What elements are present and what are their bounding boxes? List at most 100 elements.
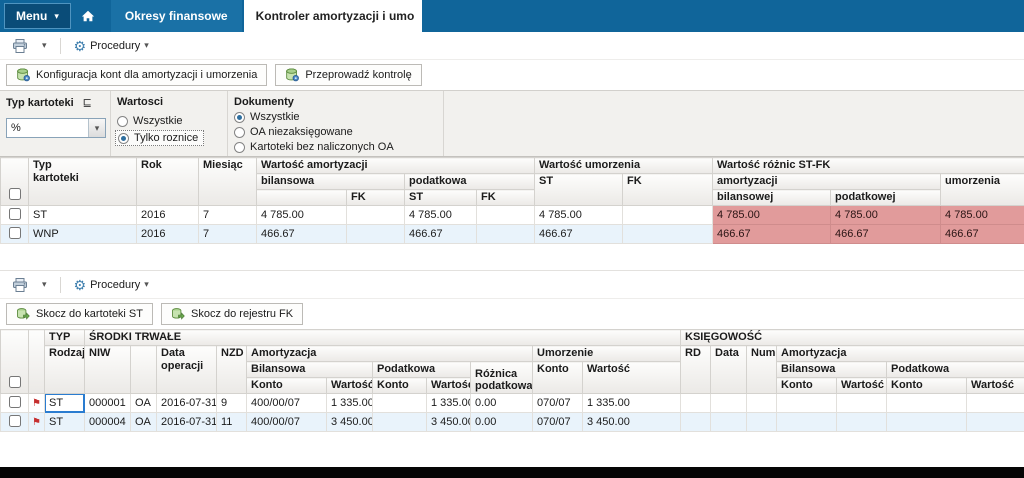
cell-ksieg-data[interactable] <box>711 394 747 413</box>
cell-am-bil-wartosc[interactable]: 1 335.00 <box>327 394 373 413</box>
col-header-niw[interactable]: NIW <box>85 346 131 394</box>
table-row[interactable]: ⚑ ST 000004 OA 2016-07-31 11 400/00/07 3… <box>1 413 1024 432</box>
run-control-button[interactable]: Przeprowadź kontrolę <box>275 64 421 86</box>
col-header-umorzenie-fk[interactable]: FK <box>623 174 713 206</box>
col-header-konto[interactable]: Konto <box>373 378 427 394</box>
col-header-konto[interactable]: Konto <box>247 378 327 394</box>
cell-ksieg-rd[interactable] <box>681 413 711 432</box>
col-header-rodzaj[interactable]: Rodzaj <box>45 346 85 394</box>
radio-wartosci-wszystkie[interactable]: Wszystkie <box>117 115 183 127</box>
cell-amort-bilansowa-fk[interactable] <box>347 206 405 225</box>
cell-roznica-bilansowej[interactable]: 4 785.00 <box>713 206 831 225</box>
cell-nzd[interactable]: 11 <box>217 413 247 432</box>
cell-amort-podatkowa-st[interactable]: 466.67 <box>405 225 477 244</box>
cell-ksieg-rd[interactable] <box>681 394 711 413</box>
col-header-wartosc[interactable]: Wartość <box>967 378 1024 394</box>
cell-ksieg-am-pod-konto[interactable] <box>887 394 967 413</box>
cell-am-pod-wartosc[interactable]: 1 335.00 <box>427 394 471 413</box>
cell-ksieg-numer[interactable] <box>747 394 777 413</box>
col-header-umorzenie-konto[interactable]: Konto <box>533 362 583 394</box>
row-select-cell[interactable] <box>1 225 29 244</box>
col-header-typ-kartoteki[interactable]: Typ kartoteki <box>29 158 137 206</box>
table-row[interactable]: ST 2016 7 4 785.00 4 785.00 4 785.00 4 7… <box>1 206 1024 225</box>
col-header-roznica-umorzenia[interactable]: umorzenia <box>941 174 1024 206</box>
cell-roznica-podatkowa[interactable]: 0.00 <box>471 394 533 413</box>
typ-kartoteki-combobox[interactable]: % ▾ <box>6 118 106 138</box>
cell-ksieg-am-pod-wartosc[interactable] <box>967 394 1024 413</box>
col-header-ksieg-data[interactable]: Data <box>711 346 747 394</box>
combo-dropdown-button[interactable]: ▾ <box>88 119 105 137</box>
tab-okresy-finansowe[interactable]: Okresy finansowe <box>111 0 242 32</box>
procedures-dropdown-button[interactable]: ⚙ Procedury ▾ <box>68 35 155 57</box>
cell-amort-podatkowa-st[interactable]: 4 785.00 <box>405 206 477 225</box>
filter-operator-icon[interactable]: ⊑ <box>83 96 92 109</box>
col-header-nzd[interactable]: NZD <box>217 346 247 394</box>
col-header-wartosc[interactable]: Wartość <box>837 378 887 394</box>
cell-amort-podatkowa-fk[interactable] <box>477 206 535 225</box>
cell-roznica-bilansowej[interactable]: 466.67 <box>713 225 831 244</box>
procedures-dropdown-button[interactable]: ⚙ Procedury ▾ <box>68 274 155 296</box>
row-checkbox[interactable] <box>9 396 21 408</box>
table-row[interactable]: WNP 2016 7 466.67 466.67 466.67 466.67 4… <box>1 225 1024 244</box>
tab-kontroler-amortyzacji[interactable]: Kontroler amortyzacji i umo <box>244 0 422 32</box>
cell-amort-podatkowa-fk[interactable] <box>477 225 535 244</box>
cell-roznica-umorzenia[interactable]: 4 785.00 <box>941 206 1024 225</box>
col-header-ksieg-rd[interactable]: RD <box>681 346 711 394</box>
col-header-podatkowa-fk[interactable]: FK <box>477 190 535 206</box>
menu-button[interactable]: Menu ▾ <box>4 3 71 29</box>
cell-am-pod-konto[interactable] <box>373 413 427 432</box>
row-checkbox[interactable] <box>9 208 21 220</box>
cell-amort-bilansowa[interactable]: 466.67 <box>257 225 347 244</box>
col-header-wartosc[interactable]: Wartość <box>327 378 373 394</box>
col-header-rok[interactable]: Rok <box>137 158 199 206</box>
cell-umorzenie-fk[interactable] <box>623 225 713 244</box>
cell-niw[interactable]: 000004 <box>85 413 131 432</box>
cell-miesiac[interactable]: 7 <box>199 206 257 225</box>
radio-wartosci-tylko-roznice[interactable]: Tylko roznice <box>115 130 204 146</box>
col-header-data-operacji[interactable]: Data operacji <box>157 346 217 394</box>
cell-miesiac[interactable]: 7 <box>199 225 257 244</box>
cell-ksieg-numer[interactable] <box>747 413 777 432</box>
cell-rok[interactable]: 2016 <box>137 225 199 244</box>
row-select-cell[interactable] <box>1 413 29 432</box>
row-checkbox[interactable] <box>9 227 21 239</box>
col-header-bilansowa-fk[interactable]: FK <box>347 190 405 206</box>
row-select-cell[interactable] <box>1 394 29 413</box>
cell-um-wartosc[interactable]: 1 335.00 <box>583 394 681 413</box>
radio-oa-niezaksiegowane[interactable]: OA niezaksięgowane <box>234 126 353 138</box>
cell-umorzenie-st[interactable]: 466.67 <box>535 225 623 244</box>
cell-am-bil-wartosc[interactable]: 3 450.00 <box>327 413 373 432</box>
cell-am-pod-konto[interactable] <box>373 394 427 413</box>
goto-fk-button[interactable]: Skocz do rejestru FK <box>161 303 303 325</box>
col-header-roznica-podatkowej[interactable]: podatkowej <box>831 190 941 206</box>
config-accounts-button[interactable]: Konfiguracja kont dla amortyzacji i umor… <box>6 64 267 86</box>
cell-typ[interactable]: WNP <box>29 225 137 244</box>
col-header-roznica-podatkowa[interactable]: Różnica podatkowa <box>471 362 533 394</box>
goto-st-button[interactable]: Skocz do kartoteki ST <box>6 303 153 325</box>
print-options-caret-button[interactable]: ▾ <box>36 274 53 296</box>
col-header-konto[interactable]: Konto <box>887 378 967 394</box>
cell-roznica-podatkowa[interactable]: 0.00 <box>471 413 533 432</box>
cell-rodzaj[interactable]: ST <box>45 413 85 432</box>
cell-roznica-podatkowej[interactable]: 466.67 <box>831 225 941 244</box>
col-header-rd[interactable] <box>131 346 157 394</box>
cell-nzd[interactable]: 9 <box>217 394 247 413</box>
cell-am-pod-wartosc[interactable]: 3 450.00 <box>427 413 471 432</box>
cell-um-konto[interactable]: 070/07 <box>533 413 583 432</box>
print-options-caret-button[interactable]: ▾ <box>36 35 53 57</box>
cell-data-operacji[interactable]: 2016-07-31 <box>157 394 217 413</box>
col-header-umorzenie-wartosc[interactable]: Wartość <box>583 362 681 394</box>
cell-ksieg-am-bil-konto[interactable] <box>777 413 837 432</box>
cell-ksieg-am-bil-wartosc[interactable] <box>837 413 887 432</box>
radio-kartoteki-bez-oa[interactable]: Kartoteki bez naliczonych OA <box>234 141 394 153</box>
home-button[interactable] <box>71 0 105 32</box>
cell-typ[interactable]: ST <box>29 206 137 225</box>
cell-ksieg-am-pod-konto[interactable] <box>887 413 967 432</box>
cell-ksieg-data[interactable] <box>711 413 747 432</box>
col-header-podatkowa-st[interactable]: ST <box>405 190 477 206</box>
cell-data-operacji[interactable]: 2016-07-31 <box>157 413 217 432</box>
col-header-wartosc[interactable]: Wartość <box>427 378 471 394</box>
cell-rodzaj[interactable]: ST <box>45 394 85 413</box>
print-button[interactable] <box>6 274 34 296</box>
cell-amort-bilansowa-fk[interactable] <box>347 225 405 244</box>
